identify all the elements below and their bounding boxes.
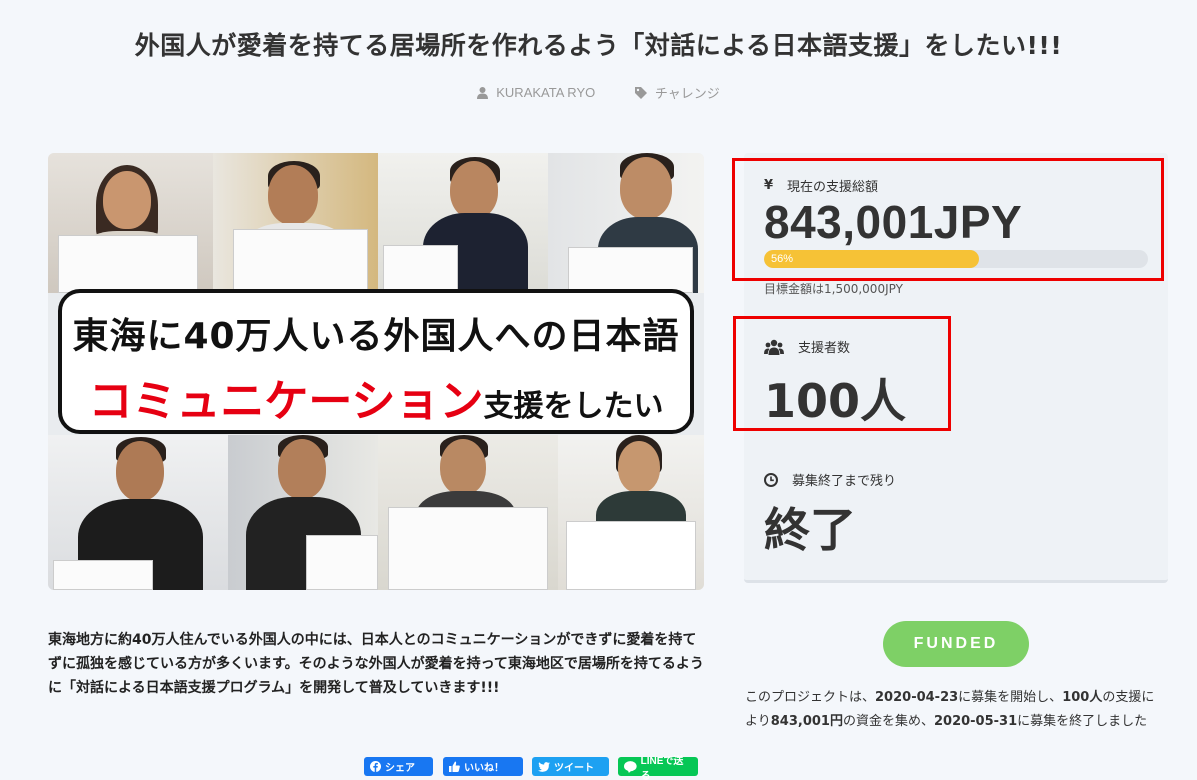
facebook-share-button[interactable]: シェア [364, 757, 433, 776]
tweet-button[interactable]: ツイート [532, 757, 609, 776]
project-main-image: 東海に40万人いる外国人への日本語 コミュニケーション支援をしたい [48, 153, 704, 590]
tweet-label: ツイート [554, 763, 594, 774]
facebook-share-label: シェア [385, 763, 415, 774]
facebook-like-button[interactable]: いいね！ [443, 757, 523, 776]
amount-highlight-box [732, 158, 1164, 281]
project-title: 外国人が愛着を持てる居場所を作れるよう「対話による日本語支援」をしたい!!! [134, 31, 1063, 60]
photo-top-4 [548, 153, 704, 293]
facebook-icon [370, 761, 381, 772]
photo-top-1 [48, 153, 213, 293]
summary-amount: 843,001円 [770, 714, 843, 729]
goal-amount: 目標金額は1,500,000JPY [764, 282, 903, 296]
user-icon [477, 86, 489, 99]
remaining-label: 募集終了まで残り [792, 474, 897, 489]
facebook-like-label: いいね！ [464, 763, 504, 774]
photo-bottom-2 [228, 435, 378, 590]
line-icon [624, 760, 637, 773]
summary-backers: 100人 [1062, 690, 1103, 705]
banner-line-2: コミュニケーション支援をしたい [62, 365, 690, 429]
line-share-button[interactable]: LINEで送る [618, 756, 698, 780]
photo-top-2 [213, 153, 378, 293]
tag-icon [634, 86, 647, 99]
remaining-label-row: 募集終了まで残り [764, 470, 896, 489]
banner-line-1: 東海に40万人いる外国人への日本語 [72, 316, 680, 357]
thumbs-up-icon [449, 761, 460, 772]
twitter-bird-icon [538, 761, 550, 772]
summary-text-4: の資金を集め、 [842, 714, 934, 729]
summary-end-date: 2020-05-31 [933, 714, 1018, 729]
photo-bottom-1 [48, 435, 228, 590]
category[interactable]: チャレンジ [634, 83, 720, 102]
project-description: 東海地方に約40万人住んでいる外国人の中には、日本人とのコミュニケーションができ… [48, 632, 704, 696]
summary-text-1: このプロジェクトは、 [745, 690, 876, 705]
photo-bottom-3 [378, 435, 558, 590]
summary-text-2: に募集を開始し、 [958, 690, 1063, 705]
banner-red-text: コミュニケーション [88, 376, 484, 427]
funded-badge-button[interactable]: FUNDED [883, 621, 1029, 667]
line-share-label: LINEで送る [640, 755, 684, 780]
summary-start-date: 2020-04-23 [875, 690, 959, 705]
backers-highlight-box [733, 316, 951, 431]
remaining-value: 終了 [764, 503, 856, 557]
hero-banner: 東海に40万人いる外国人への日本語 コミュニケーション支援をしたい [58, 289, 694, 434]
photo-bottom-4 [558, 435, 704, 590]
author-name: KURAKATA RYO [496, 85, 596, 100]
author[interactable]: KURAKATA RYO [477, 85, 595, 100]
clock-icon [764, 472, 778, 487]
project-summary: このプロジェクトは、2020-04-23に募集を開始し、100人の支援により84… [745, 686, 1165, 734]
project-meta: KURAKATA RYO チャレンジ [0, 83, 1197, 102]
photo-top-3 [378, 153, 548, 293]
banner-black-text: 支援をしたい [483, 389, 664, 424]
category-name: チャレンジ [654, 86, 720, 101]
summary-text-5: に募集を終了しました [1017, 714, 1148, 729]
